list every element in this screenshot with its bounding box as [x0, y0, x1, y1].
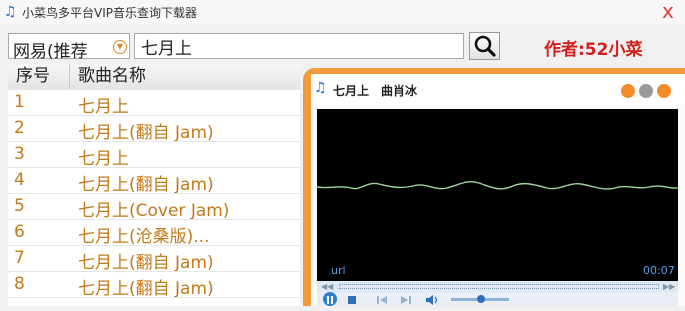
row-title: 七月上(翻自 Jam): [78, 279, 214, 299]
next-icon: [401, 296, 411, 304]
stop-icon: [348, 296, 356, 304]
table-row[interactable]: [8, 297, 300, 306]
volume-handle[interactable]: [477, 295, 485, 303]
rewind-icon[interactable]: ◀◀: [321, 282, 333, 291]
table-row[interactable]: 3 七月上: [8, 141, 300, 169]
source-value: 网易(推荐: [13, 42, 88, 62]
player-window: ♫ 七月上 曲肖冰 url 00:07 ◀◀ ▶▶: [303, 68, 685, 306]
stop-button[interactable]: [345, 292, 359, 306]
url-label: url: [331, 264, 346, 277]
minimize-button[interactable]: [621, 84, 635, 98]
search-button[interactable]: [469, 32, 500, 60]
previous-icon: [377, 296, 387, 304]
row-number: 4: [14, 170, 25, 190]
row-title: 七月上(沧桑版)...: [78, 227, 210, 247]
table-row[interactable]: 4 七月上(翻自 Jam): [8, 167, 300, 195]
time-display: 00:07: [643, 264, 675, 277]
volume-icon: [426, 295, 438, 305]
song-list: 序号 歌曲名称 1 七月上 2 七月上(翻自 Jam) 3 七月上 4 七月上(翻自 J…: [8, 64, 300, 306]
search-icon: [474, 35, 496, 57]
player-artist: 曲肖冰: [381, 84, 418, 98]
row-title: 七月上: [78, 97, 129, 117]
row-number: 7: [14, 248, 25, 268]
row-number: 5: [14, 196, 25, 216]
table-row[interactable]: 7 七月上(翻自 Jam): [8, 245, 300, 273]
seek-bar[interactable]: ◀◀ ▶▶: [317, 281, 678, 292]
table-row[interactable]: 5 七月上(Cover Jam): [8, 193, 300, 221]
row-title: 七月上(翻自 Jam): [78, 253, 214, 273]
row-title: 七月上(翻自 Jam): [78, 123, 214, 143]
pause-button[interactable]: [323, 292, 337, 306]
column-header-number[interactable]: 序号: [8, 64, 70, 89]
row-title: 七月上(Cover Jam): [78, 201, 230, 221]
row-number: 8: [14, 274, 25, 294]
player-controls: [317, 292, 678, 306]
player-song-title: 七月上: [333, 84, 370, 98]
column-header-name[interactable]: 歌曲名称: [70, 64, 300, 89]
close-icon[interactable]: x: [662, 0, 674, 23]
row-title: 七月上(翻自 Jam): [78, 175, 214, 195]
list-header: 序号 歌曲名称: [8, 64, 300, 89]
source-dropdown[interactable]: 网易(推荐 ▼: [8, 33, 130, 62]
next-button[interactable]: [399, 292, 413, 306]
row-number: 2: [14, 118, 25, 138]
table-row[interactable]: 1 七月上: [8, 89, 300, 117]
player-body: ♫ 七月上 曲肖冰 url 00:07 ◀◀ ▶▶: [311, 74, 685, 306]
chevron-down-icon[interactable]: ▼: [113, 40, 127, 54]
author-label: 作者:52小菜: [544, 40, 643, 60]
table-row[interactable]: 2 七月上(翻自 Jam): [8, 115, 300, 143]
music-note-icon: ♫: [4, 4, 17, 20]
table-row[interactable]: 6 七月上(沧桑版)...: [8, 219, 300, 247]
volume-button[interactable]: [425, 292, 439, 306]
waveform: [316, 180, 679, 190]
previous-button[interactable]: [375, 292, 389, 306]
close-button[interactable]: [657, 84, 671, 98]
row-title: 七月上: [78, 149, 129, 169]
pause-icon: [327, 296, 333, 304]
visualizer-panel: url 00:07: [316, 109, 679, 281]
search-input[interactable]: [134, 33, 464, 59]
table-row[interactable]: 8 七月上(翻自 Jam): [8, 271, 300, 299]
title-bar: ♫ 小菜鸟多平台VIP音乐查询下载器 x: [0, 0, 685, 24]
window-title: 小菜鸟多平台VIP音乐查询下载器: [22, 6, 197, 20]
player-header: ♫ 七月上 曲肖冰: [311, 74, 685, 104]
fast-forward-icon[interactable]: ▶▶: [663, 282, 675, 291]
maximize-button[interactable]: [639, 84, 653, 98]
row-number: 1: [14, 92, 25, 112]
row-number: 6: [14, 222, 25, 242]
music-note-icon: ♫: [314, 80, 327, 96]
seek-track[interactable]: [339, 284, 659, 289]
row-number: 3: [14, 144, 25, 164]
